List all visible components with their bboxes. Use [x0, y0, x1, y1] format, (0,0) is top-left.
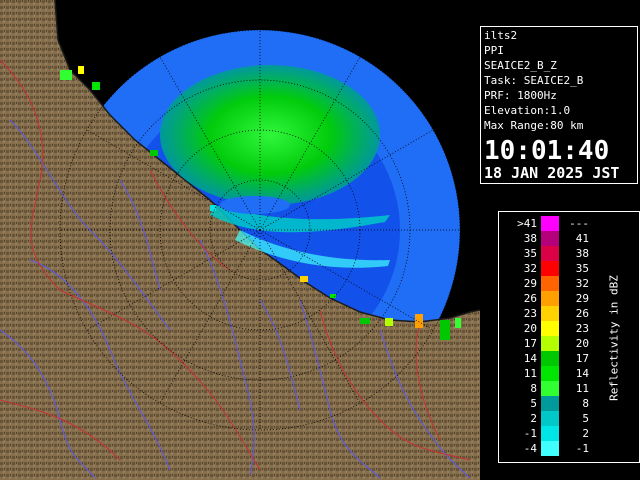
legend-upper-bound: 41 [575, 232, 589, 245]
legend-swatch [541, 441, 559, 456]
echo-region [160, 65, 380, 205]
legend-row: 38 41 [499, 231, 599, 246]
legend-upper-bound: 14 [575, 367, 589, 380]
legend-lower-bound: 38 [523, 232, 537, 245]
legend-lower-bound: 17 [523, 337, 537, 350]
observation-date: 18 JAN 2025 JST [484, 164, 620, 182]
legend-swatch [541, 336, 559, 351]
legend-swatch [541, 396, 559, 411]
legend-swatch [541, 381, 559, 396]
legend-lower-bound: 20 [523, 322, 537, 335]
legend-swatch [541, 411, 559, 426]
legend-row: 26 29 [499, 291, 599, 306]
legend-lower-bound: 11 [523, 367, 537, 380]
legend-lower-bound: >41 [517, 217, 537, 230]
max-range-value: Max Range:80 km [484, 119, 584, 132]
legend-swatch [541, 426, 559, 441]
product-name: SEAICE2_B_Z [484, 59, 557, 72]
legend-upper-bound: 32 [575, 277, 589, 290]
radar-name: ilts2 [484, 29, 518, 42]
elevation-value: Elevation:1.0 [484, 104, 571, 117]
legend-swatch [541, 216, 559, 231]
legend-row: 58 [499, 396, 599, 411]
legend-swatch [541, 291, 559, 306]
legend-row: 23 26 [499, 306, 599, 321]
legend-row: >41 --- [499, 216, 599, 231]
legend-upper-bound: 11 [575, 382, 589, 395]
legend-lower-bound: 5 [530, 397, 537, 410]
legend-row: 20 23 [499, 321, 599, 336]
legend-lower-bound: 32 [523, 262, 537, 275]
legend-swatch [541, 321, 559, 336]
scan-type: PPI [484, 44, 504, 57]
legend-swatch [541, 306, 559, 321]
legend-upper-bound: 17 [575, 352, 589, 365]
legend-row: 11 14 [499, 366, 599, 381]
legend-upper-bound: 5 [582, 412, 589, 425]
legend-swatch [541, 351, 559, 366]
echo-hole [220, 196, 290, 214]
legend-lower-bound: 35 [523, 247, 537, 260]
legend-upper-bound: 8 [582, 397, 589, 410]
task-name: Task: SEAICE2_B [484, 74, 584, 87]
legend-row: 32 35 [499, 261, 599, 276]
legend-lower-bound: 29 [523, 277, 537, 290]
info-panel: ilts2 PPI SEAICE2_B_Z Task: SEAICE2_B PR… [480, 26, 638, 184]
legend-row: 14 17 [499, 351, 599, 366]
legend-lower-bound: 14 [523, 352, 537, 365]
legend-upper-bound: 20 [575, 337, 589, 350]
legend-row: 8 11 [499, 381, 599, 396]
legend-row: 25 [499, 411, 599, 426]
legend-swatch [541, 231, 559, 246]
reflectivity-legend: >41 --- 38 41 35 38 32 35 29 32 26 29 23 26 20 23 17 20 14… [498, 211, 640, 463]
legend-upper-bound: 35 [575, 262, 589, 275]
legend-upper-bound: 29 [575, 292, 589, 305]
legend-title: Reflectivity in dBZ [607, 275, 621, 401]
prf-value: PRF: 1800Hz [484, 89, 557, 102]
legend-row: 17 20 [499, 336, 599, 351]
legend-row: 35 38 [499, 246, 599, 261]
legend-lower-bound: -4 [523, 442, 537, 455]
legend-swatch [541, 276, 559, 291]
legend-lower-bound: -1 [523, 427, 537, 440]
legend-title-box: Reflectivity in dBZ [607, 218, 621, 458]
legend-row: -4 -1 [499, 441, 599, 456]
legend-row: 29 32 [499, 276, 599, 291]
legend-lower-bound: 2 [530, 412, 537, 425]
legend-swatch [541, 246, 559, 261]
legend-upper-bound: 38 [575, 247, 589, 260]
legend-upper-bound: 2 [582, 427, 589, 440]
legend-swatch [541, 261, 559, 276]
legend-swatch [541, 366, 559, 381]
legend-upper-bound: -1 [575, 442, 589, 455]
radar-ppi-map [0, 0, 480, 480]
legend-upper-bound: 23 [575, 322, 589, 335]
legend-row: -1 2 [499, 426, 599, 441]
legend-lower-bound: 26 [523, 292, 537, 305]
legend-upper-bound: 26 [575, 307, 589, 320]
legend-lower-bound: 8 [530, 382, 537, 395]
legend-upper-bound: --- [569, 217, 589, 230]
legend-lower-bound: 23 [523, 307, 537, 320]
observation-time: 10:01:40 [484, 136, 610, 166]
